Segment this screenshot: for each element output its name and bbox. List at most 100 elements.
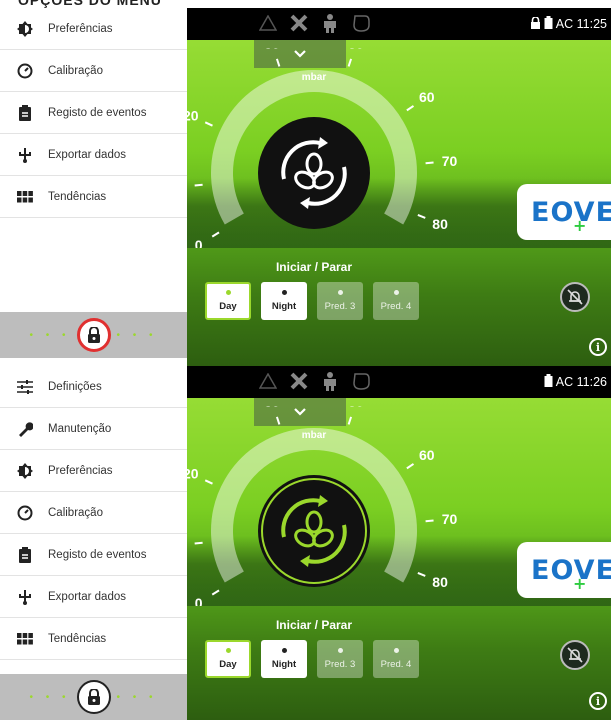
gauge-tick-mark: [406, 463, 415, 470]
mode-button-pred-4[interactable]: Pred. 4: [373, 640, 419, 678]
mode-indicator-dot: [337, 290, 343, 295]
top-strip: OPÇÕES DO MENU: [0, 0, 611, 8]
menu-item-label: Manutenção: [48, 422, 112, 435]
gauge-tick-mark: [406, 105, 415, 112]
lock-slider[interactable]: • • • • • •: [0, 312, 187, 358]
mode-label: Pred. 3: [324, 659, 356, 670]
lock-slider[interactable]: • • • • • •: [0, 674, 187, 720]
menu-item-grid[interactable]: Tendências: [0, 176, 187, 218]
lock-button[interactable]: [76, 680, 111, 714]
gauge-tick-mark: [204, 121, 213, 127]
menu-item-usb[interactable]: Exportar dados: [0, 134, 187, 176]
gauge-tick-mark: [347, 416, 353, 425]
menu-item-gauge[interactable]: Calibração: [0, 50, 187, 92]
gauge-unit: mbar: [302, 72, 327, 83]
gauge-tick-mark: [204, 479, 213, 485]
menu-item-label: Tendências: [48, 632, 107, 645]
menu-item-label: Registo de eventos: [48, 106, 147, 119]
slide-dots-right: • • •: [116, 329, 158, 341]
eove-logo: EOVE +: [517, 184, 611, 240]
menu-item-label: Calibração: [48, 64, 103, 77]
menu-item-clipboard[interactable]: Registo de eventos: [0, 534, 187, 576]
gauge-tick-mark: [347, 58, 353, 67]
mask-icon[interactable]: [350, 370, 372, 392]
status-time: AC 11:26: [555, 375, 607, 389]
menu-item-sliders[interactable]: Definições: [0, 366, 187, 408]
usb-icon: [16, 146, 34, 164]
screen-panel-2: Definições Manutenção Preferências Calibraç…: [0, 366, 611, 720]
gauge-icon: [16, 504, 34, 522]
gauge-tick-label: 70: [442, 153, 457, 169]
menu-item-brightness[interactable]: Preferências: [0, 450, 187, 492]
gauge-tick-mark: [417, 214, 426, 219]
status-time: AC 11:25: [555, 17, 607, 31]
side-menu: Preferências Calibração Registo de eventos…: [0, 8, 187, 366]
menu-item-label: Exportar dados: [48, 590, 126, 603]
mode-button-pred-3[interactable]: Pred. 3: [317, 282, 363, 320]
tools-icon[interactable]: [288, 12, 310, 34]
bell-off-icon: [567, 289, 583, 305]
alarm-silence-button[interactable]: [560, 640, 590, 670]
menu-item-gauge[interactable]: Calibração: [0, 492, 187, 534]
patient-icon[interactable]: [319, 370, 341, 392]
top-strip-text: OPÇÕES DO MENU: [18, 0, 162, 8]
mode-button-night[interactable]: Night: [261, 282, 307, 320]
logo-text: EOVE: [531, 196, 611, 228]
mode-indicator-dot: [225, 290, 231, 295]
menu-item-label: Tendências: [48, 190, 107, 203]
mode-label: Pred. 3: [324, 301, 356, 312]
gauge-tick-mark: [275, 416, 281, 425]
logo-plus-mark: +: [573, 574, 588, 593]
mode-indicator-dot: [281, 648, 287, 653]
mode-label: Night: [271, 659, 297, 670]
mode-button-pred-3[interactable]: Pred. 3: [317, 640, 363, 678]
warning-icon[interactable]: [257, 12, 279, 34]
menu-item-grid[interactable]: Tendências: [0, 618, 187, 660]
menu-item-label: Calibração: [48, 506, 103, 519]
gauge-tick-label: 70: [442, 511, 457, 527]
eove-logo: EOVE +: [517, 542, 611, 598]
alarm-silence-button[interactable]: [560, 282, 590, 312]
menu-item-brightness[interactable]: Preferências: [0, 8, 187, 50]
mode-button-day[interactable]: Day: [205, 640, 251, 678]
gauge-tick-mark: [275, 58, 281, 67]
warning-icon[interactable]: [257, 370, 279, 392]
gauge-tick-label: 20: [187, 466, 199, 482]
menu-item-usb[interactable]: Exportar dados: [0, 576, 187, 618]
gauge-tick-label: 30: [264, 406, 280, 410]
gauge-tick-mark: [417, 572, 426, 577]
info-icon[interactable]: i: [589, 338, 607, 356]
menu-item-wrench[interactable]: Manutenção: [0, 408, 187, 450]
status-bar: AC 11:25: [187, 8, 611, 40]
pressure-gauge: 010203050607080mbar: [187, 48, 457, 248]
menu-item-clipboard[interactable]: Registo de eventos: [0, 92, 187, 134]
battery-icon: [544, 16, 553, 32]
tools-icon[interactable]: [288, 370, 310, 392]
gauge-tick-label: 60: [419, 89, 435, 105]
patient-icon[interactable]: [319, 12, 341, 34]
mode-button-night[interactable]: Night: [261, 640, 307, 678]
gauge-tick-label: 80: [432, 574, 448, 590]
usb-icon: [16, 588, 34, 606]
mask-icon[interactable]: [350, 12, 372, 34]
pressure-gauge: 010203050607080mbar: [187, 406, 457, 606]
mode-indicator-dot: [393, 648, 399, 653]
mode-label: Day: [219, 659, 237, 670]
lock-button[interactable]: [76, 318, 111, 352]
mode-label: Day: [219, 301, 237, 312]
gauge-tick-label: 0: [195, 237, 203, 248]
screen-panel-1: Preferências Calibração Registo de eventos…: [0, 8, 611, 366]
slide-dots-left: • • •: [29, 329, 71, 341]
info-icon[interactable]: i: [589, 692, 607, 710]
brightness-icon: [16, 20, 34, 38]
slide-dots-right: • • •: [116, 691, 158, 703]
mode-label: Pred. 4: [380, 659, 412, 670]
preset-modes: Day Night Pred. 3 Pred. 4: [205, 282, 419, 320]
mode-button-day[interactable]: Day: [205, 282, 251, 320]
brightness-icon: [16, 462, 34, 480]
mode-button-pred-4[interactable]: Pred. 4: [373, 282, 419, 320]
gauge-tick-mark: [211, 589, 220, 596]
gauge-tick-label: 0: [195, 595, 203, 606]
gauge-tick-label: 50: [348, 406, 364, 410]
start-stop-label: Iniciar / Parar: [275, 260, 353, 274]
